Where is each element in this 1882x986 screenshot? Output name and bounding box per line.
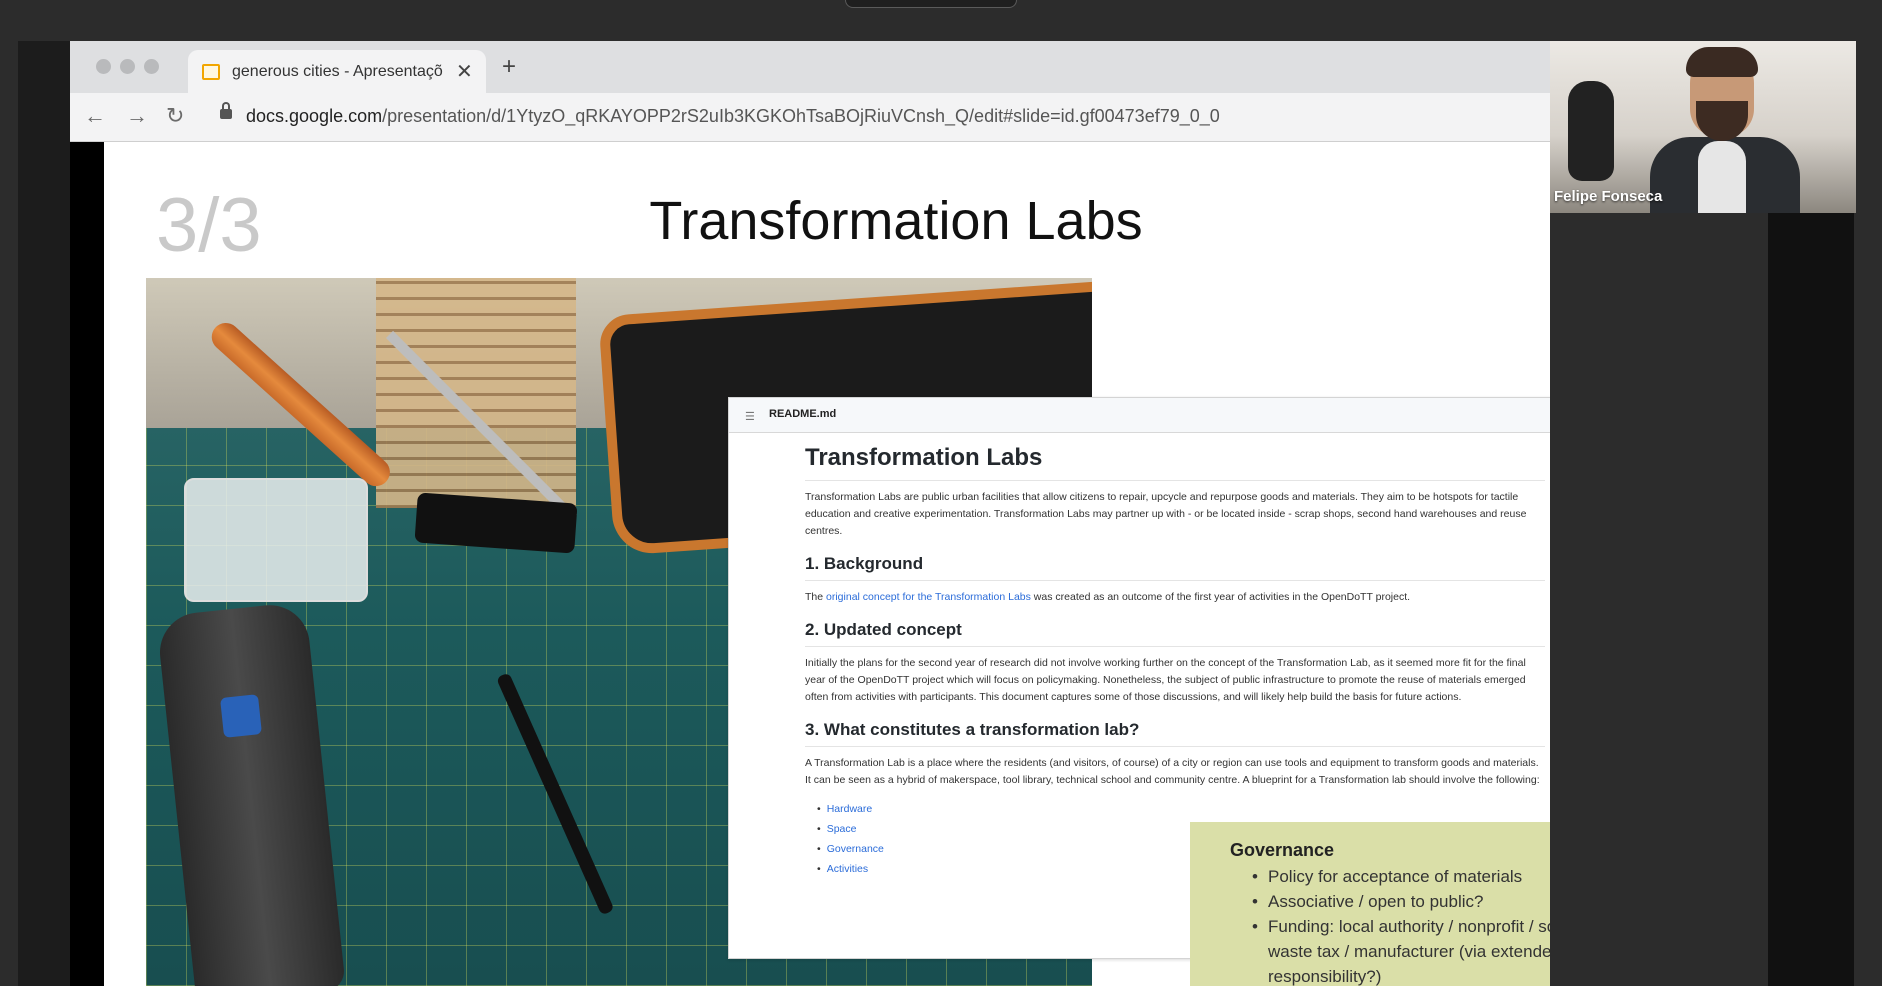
governance-item: Associative / open to public? (1230, 889, 1550, 914)
presenter-hair (1686, 47, 1758, 77)
rotary-tool-button (220, 694, 262, 738)
original-concept-link[interactable]: original concept for the Transformation … (826, 591, 1031, 603)
browser-tab[interactable]: generous cities - Apresentaçõ ✕ (188, 50, 486, 93)
slide-canvas: 3/3 Transformation Labs ☰ README.md ✎ Tr… (104, 142, 1550, 986)
tab-bar: generous cities - Apresentaçõ ✕ + (70, 41, 1550, 93)
tab-title: generous cities - Apresentaçõ (232, 63, 443, 80)
governance-box: Governance Policy for acceptance of mate… (1190, 822, 1550, 986)
presenter-shirt (1698, 141, 1746, 213)
section-heading-what-constitutes: 3. What constitutes a transformation lab… (805, 720, 1545, 747)
window-minimize-dot[interactable] (120, 59, 135, 74)
readme-filename: README.md (769, 408, 837, 420)
governance-title: Governance (1230, 840, 1335, 860)
slide-title: Transformation Labs (104, 190, 1550, 252)
address-bar: ← → ↻ docs.google.com/presentation/d/1Yt… (70, 93, 1550, 142)
url-path: /presentation/d/1YtyzO_qRKAYOPP2rS2uIb3K… (382, 106, 1220, 126)
section-text-background: The original concept for the Transformat… (805, 589, 1545, 606)
section-heading-updated-concept: 2. Updated concept (805, 620, 1545, 647)
background-text-before: The (805, 591, 827, 603)
tab-close-icon[interactable]: ✕ (456, 59, 473, 84)
parts-box (184, 478, 368, 602)
presenter-beard (1696, 101, 1748, 141)
presenter-name: Felipe Fonseca (1554, 188, 1663, 205)
presenter-video[interactable]: Felipe Fonseca (1550, 41, 1856, 213)
readme-intro: Transformation Labs are public urban fac… (805, 491, 1527, 537)
governance-item: Policy for acceptance of materials (1230, 864, 1550, 889)
background-text-after: was created as an outcome of the first y… (1030, 591, 1411, 603)
list-icon[interactable]: ☰ (745, 410, 755, 423)
meeting-toolbar-handle[interactable] (845, 0, 1017, 8)
lock-icon (220, 102, 232, 119)
window-close-dot[interactable] (96, 59, 111, 74)
readme-header: ☰ README.md ✎ (729, 398, 1550, 433)
governance-item: Funding: local authority / nonprofit / s… (1230, 914, 1550, 986)
new-tab-button[interactable]: + (502, 55, 516, 79)
pegboard (376, 278, 576, 508)
left-panel-strip (18, 41, 72, 986)
url-field[interactable]: docs.google.com/presentation/d/1YtyzO_qR… (246, 106, 1220, 127)
section-heading-background: 1. Background (805, 554, 1545, 581)
section-text-updated-concept: Initially the plans for the second year … (805, 657, 1526, 703)
readme-body: Transformation Labs Transformation Labs … (805, 444, 1545, 879)
window-zoom-dot[interactable] (144, 59, 159, 74)
readme-title: Transformation Labs (805, 444, 1545, 481)
back-arrow-icon[interactable]: ← (84, 105, 106, 127)
slide-title-text: Transformation Labs (649, 191, 1143, 251)
reload-icon[interactable]: ↻ (166, 105, 184, 127)
forward-arrow-icon[interactable]: → (126, 105, 148, 127)
governance-list: Policy for acceptance of materials Assoc… (1230, 864, 1550, 986)
background-guitar (1568, 81, 1614, 181)
section-text-what-constitutes: A Transformation Lab is a place where th… (805, 757, 1540, 786)
google-slides-icon (202, 64, 220, 80)
browser-window: generous cities - Apresentaçõ ✕ + ← → ↻ … (70, 41, 1550, 986)
url-host: docs.google.com (246, 106, 383, 126)
link-hardware[interactable]: Hardware (817, 799, 1545, 819)
